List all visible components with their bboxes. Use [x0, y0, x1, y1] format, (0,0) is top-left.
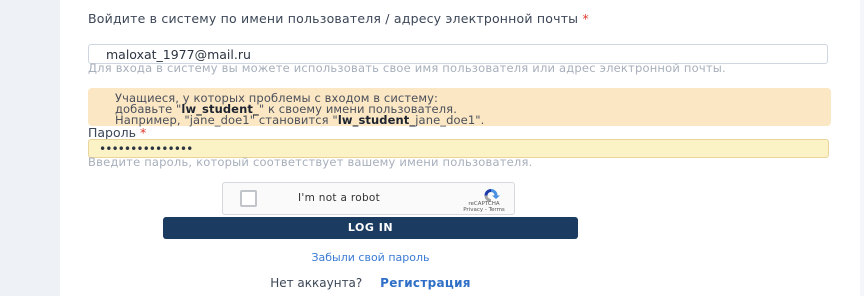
register-link[interactable]: Регистрация [380, 276, 471, 290]
password-label: Пароль * [88, 126, 146, 140]
recaptcha-label: I'm not a robot [298, 192, 381, 204]
login-button[interactable]: LOG IN [163, 217, 578, 239]
alert-line-3-prefix: Например, "jane_doe1" становится " [115, 113, 338, 127]
alert-line-3-bold: lw_student_ [337, 113, 416, 127]
no-account-text: Нет аккаунта? [270, 276, 363, 290]
username-label: Войдите в систему по имени пользователя … [88, 12, 833, 26]
username-label-text: Войдите в систему по имени пользователя … [88, 11, 579, 26]
password-label-text: Пароль [88, 125, 136, 140]
alert-line-3-suffix: jane_doe1". [415, 113, 485, 127]
required-mark: * [582, 11, 589, 26]
recaptcha-checkbox[interactable] [240, 190, 257, 207]
alert-line-3: Например, "jane_doe1" становится "lw_stu… [115, 113, 831, 127]
forgot-password-link[interactable]: Забыли свой пароль [88, 251, 653, 264]
username-hint: Для входа в систему вы можете использова… [88, 61, 726, 75]
recaptcha-brand: reCAPTCHA Privacy - Terms [458, 201, 510, 213]
student-login-alert: Учащиеся, у которых проблемы с входом в … [88, 88, 831, 126]
recaptcha-widget: I'm not a robot reCAPTCHA Privacy - Term… [222, 182, 515, 215]
login-panel: Войдите в систему по имени пользователя … [60, 0, 860, 296]
left-background [0, 0, 60, 296]
recaptcha-privacy-links[interactable]: Privacy - Terms [458, 207, 510, 213]
signup-row: Нет аккаунта? Регистрация [88, 276, 653, 290]
password-hint: Введите пароль, который соответствует ва… [88, 155, 533, 169]
password-required-mark: * [139, 125, 147, 140]
